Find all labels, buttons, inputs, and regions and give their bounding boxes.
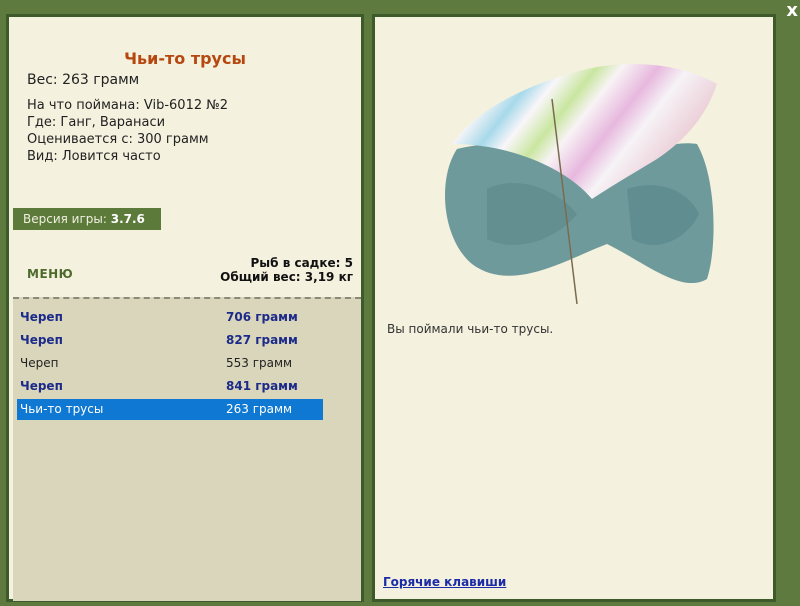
list-item[interactable]: Череп 553 грамм (17, 353, 323, 374)
list-item-name: Череп (20, 310, 63, 324)
list-item[interactable]: Череп 706 грамм (17, 307, 323, 328)
list-item-weight: 706 грамм (226, 310, 298, 324)
item-kind: Вид: Ловится часто (27, 149, 161, 164)
item-bait: На что поймана: Vib-6012 №2 (27, 98, 229, 113)
item-details: На что поймана: Vib-6012 №2 Где: Ганг, В… (27, 97, 228, 165)
catch-list: Череп 706 грамм Череп 827 грамм Череп 55… (13, 297, 361, 601)
list-item-name: Череп (20, 333, 63, 347)
list-item[interactable]: Чьи-то трусы 263 грамм (17, 399, 323, 420)
item-info-panel: Чьи-то трусы Вес: 263 грамм На что пойма… (6, 14, 364, 602)
hotkeys-link[interactable]: Горячие клавиши (383, 575, 506, 589)
list-item-weight: 263 грамм (226, 402, 293, 416)
total-weight: Общий вес: 3,19 кг (220, 270, 353, 284)
item-title: Чьи-то трусы (124, 49, 246, 68)
list-item-name: Череп (20, 379, 63, 393)
list-item[interactable]: Череп 841 грамм (17, 376, 323, 397)
list-item-name: Чьи-то трусы (20, 402, 104, 416)
list-item-weight: 553 грамм (226, 356, 293, 370)
close-icon[interactable]: x (786, 2, 798, 20)
list-item-name: Череп (20, 356, 59, 370)
catch-view-panel: Вы поймали чьи-то трусы. Горячие клавиши (372, 14, 776, 602)
version-label: Версия игры: (23, 212, 107, 226)
item-location: Где: Ганг, Варанаси (27, 115, 166, 130)
version-number: 3.7.6 (110, 212, 145, 226)
item-weight: Вес: 263 грамм (27, 72, 140, 88)
menu-button[interactable]: МЕНЮ (27, 267, 73, 281)
list-item[interactable]: Череп 827 грамм (17, 330, 323, 351)
caught-message: Вы поймали чьи-то трусы. (387, 322, 554, 336)
item-value: Оценивается с: 300 грамм (27, 132, 209, 147)
catch-stats: Рыб в садке: 5 Общий вес: 3,19 кг (220, 256, 353, 284)
list-item-weight: 841 грамм (226, 379, 298, 393)
list-item-weight: 827 грамм (226, 333, 298, 347)
fish-count: Рыб в садке: 5 (250, 256, 354, 270)
game-version: Версия игры: 3.7.6 (13, 208, 161, 230)
caught-item-image (445, 64, 717, 305)
